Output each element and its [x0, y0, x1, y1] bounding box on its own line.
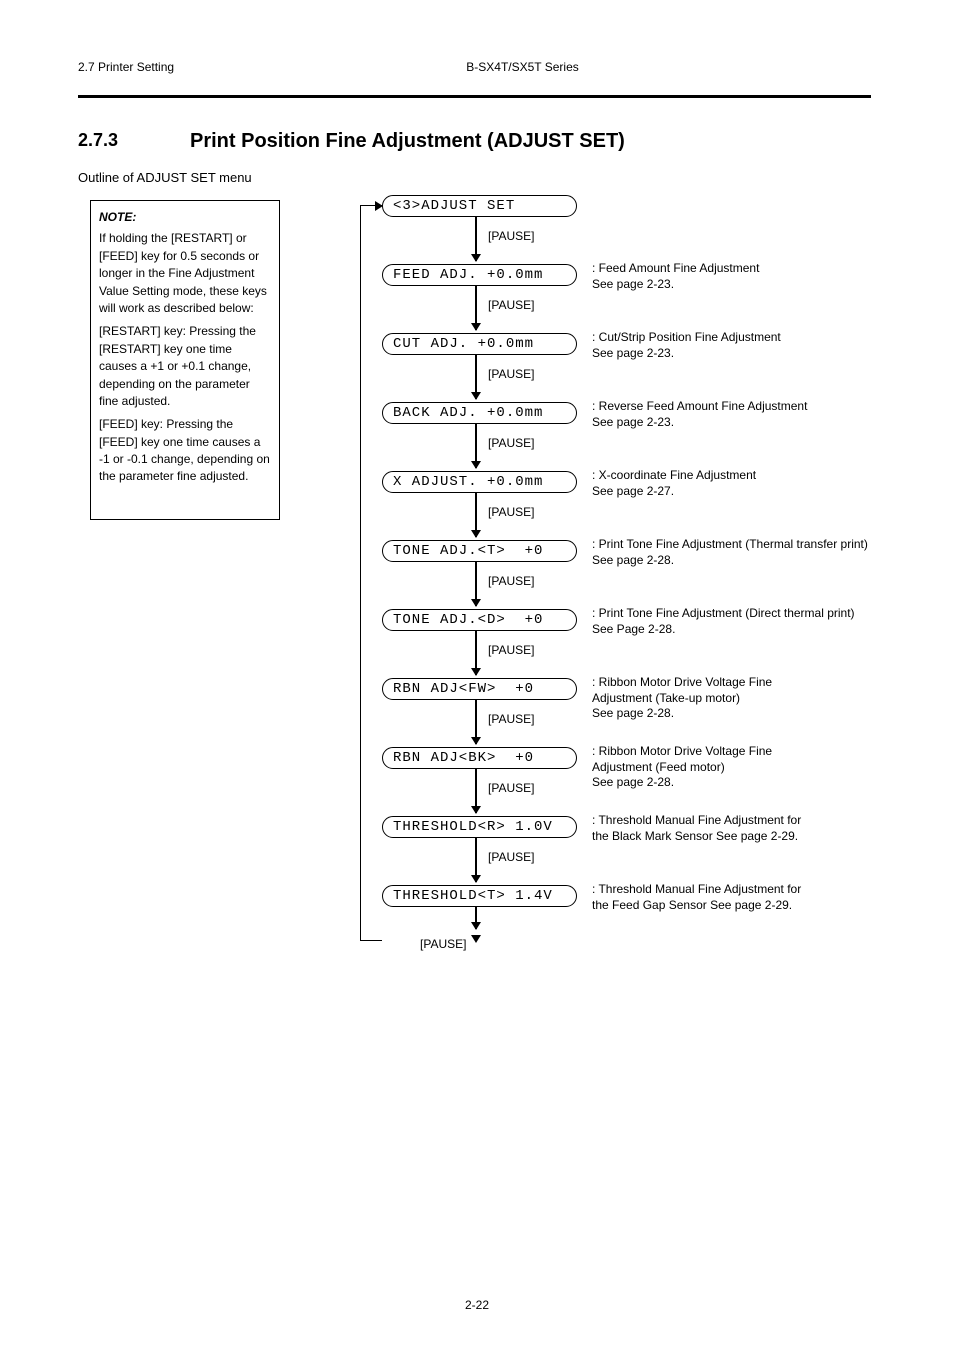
note-title: NOTE: — [99, 209, 271, 226]
note-p1: If holding the [RESTART] or [FEED] key f… — [99, 230, 271, 317]
step-caption: : Threshold Manual Fine Adjustment for t… — [592, 813, 942, 844]
flow-step: RBN ADJ<BK> +0: Ribbon Motor Drive Volta… — [340, 747, 610, 769]
arrow-key-label: [PAUSE] — [488, 712, 534, 726]
step-caption: : Threshold Manual Fine Adjustment for t… — [592, 882, 942, 913]
flow-step: X ADJUST. +0.0mm: X-coordinate Fine Adju… — [340, 471, 610, 493]
flow-step: THRESHOLD<R> 1.0V: Threshold Manual Fine… — [340, 816, 610, 838]
loop-tail-arrow-icon — [475, 935, 477, 941]
lcd-display: RBN ADJ<BK> +0 — [382, 747, 577, 769]
lcd-display: TONE ADJ.<T> +0 — [382, 540, 577, 562]
step-caption: : X-coordinate Fine Adjustment See page … — [592, 468, 942, 499]
flow-step: RBN ADJ<FW> +0: Ribbon Motor Drive Volta… — [340, 678, 610, 700]
running-header: 2.7 Printer Setting B-SX4T/SX5T Series — [78, 60, 871, 74]
arrow-key-label: [PAUSE] — [488, 298, 534, 312]
step-caption: : Reverse Feed Amount Fine Adjustment Se… — [592, 399, 942, 430]
arrow-key-label: [PAUSE] — [488, 367, 534, 381]
header-left: 2.7 Printer Setting — [78, 60, 174, 74]
arrow-key-label: [PAUSE] — [488, 436, 534, 450]
note-p2: [RESTART] key: Pressing the [RESTART] ke… — [99, 323, 271, 410]
flow-step: BACK ADJ. +0.0mm: Reverse Feed Amount Fi… — [340, 402, 610, 424]
arrow-down-icon — [475, 631, 477, 675]
lcd-display: FEED ADJ. +0.0mm — [382, 264, 577, 286]
header-rule — [78, 95, 871, 98]
arrow-down-icon — [475, 769, 477, 813]
step-caption: : Print Tone Fine Adjustment (Direct the… — [592, 606, 942, 637]
flow-step: <3>ADJUST SET[PAUSE] — [340, 195, 610, 217]
section-title: Print Position Fine Adjustment (ADJUST S… — [190, 130, 625, 153]
arrow-key-label: [PAUSE] — [488, 505, 534, 519]
intro-text: Outline of ADJUST SET menu — [78, 170, 868, 185]
note-p3: [FEED] key: Pressing the [FEED] key one … — [99, 416, 271, 486]
flow-step: FEED ADJ. +0.0mm: Feed Amount Fine Adjus… — [340, 264, 610, 286]
flow-step: CUT ADJ. +0.0mm: Cut/Strip Position Fine… — [340, 333, 610, 355]
page-number: 2-22 — [0, 1298, 954, 1312]
arrow-down-icon — [475, 907, 477, 929]
arrow-key-label: [PAUSE] — [488, 574, 534, 588]
flow-step: TONE ADJ.<D> +0: Print Tone Fine Adjustm… — [340, 609, 610, 631]
arrow-down-icon — [475, 562, 477, 606]
lcd-display: BACK ADJ. +0.0mm — [382, 402, 577, 424]
lcd-display: CUT ADJ. +0.0mm — [382, 333, 577, 355]
note-box: NOTE: If holding the [RESTART] or [FEED]… — [90, 200, 280, 520]
loop-key-label: [PAUSE] — [420, 937, 466, 951]
flow-diagram: [PAUSE] <3>ADJUST SET[PAUSE]FEED ADJ. +0… — [340, 195, 610, 954]
lcd-display: THRESHOLD<R> 1.0V — [382, 816, 577, 838]
arrow-key-label: [PAUSE] — [488, 850, 534, 864]
arrow-down-icon — [475, 355, 477, 399]
arrow-key-label: [PAUSE] — [488, 229, 534, 243]
step-caption: : Feed Amount Fine Adjustment See page 2… — [592, 261, 942, 292]
arrow-down-icon — [475, 286, 477, 330]
arrow-down-icon — [475, 424, 477, 468]
lcd-display: <3>ADJUST SET — [382, 195, 577, 217]
lcd-display: RBN ADJ<FW> +0 — [382, 678, 577, 700]
lcd-display: THRESHOLD<T> 1.4V — [382, 885, 577, 907]
page: 2.7 Printer Setting B-SX4T/SX5T Series 2… — [0, 0, 954, 1348]
flow-step: THRESHOLD<T> 1.4V: Threshold Manual Fine… — [340, 885, 610, 907]
arrow-down-icon — [475, 700, 477, 744]
step-caption: : Print Tone Fine Adjustment (Thermal tr… — [592, 537, 942, 568]
arrow-down-icon — [475, 838, 477, 882]
header-center: B-SX4T/SX5T Series — [174, 60, 871, 74]
lcd-display: TONE ADJ.<D> +0 — [382, 609, 577, 631]
flow-step: TONE ADJ.<T> +0: Print Tone Fine Adjustm… — [340, 540, 610, 562]
step-caption: : Cut/Strip Position Fine Adjustment See… — [592, 330, 942, 361]
note-p2-label: [RESTART] key: — [99, 324, 186, 338]
arrow-key-label: [PAUSE] — [488, 643, 534, 657]
note-p3-label: [FEED] key: — [99, 417, 163, 431]
section-number: 2.7.3 — [78, 130, 118, 151]
step-caption: : Ribbon Motor Drive Voltage Fine Adjust… — [592, 744, 942, 791]
arrow-down-icon — [475, 493, 477, 537]
lcd-display: X ADJUST. +0.0mm — [382, 471, 577, 493]
step-caption: : Ribbon Motor Drive Voltage Fine Adjust… — [592, 675, 942, 722]
arrow-key-label: [PAUSE] — [488, 781, 534, 795]
arrow-down-icon — [475, 217, 477, 261]
